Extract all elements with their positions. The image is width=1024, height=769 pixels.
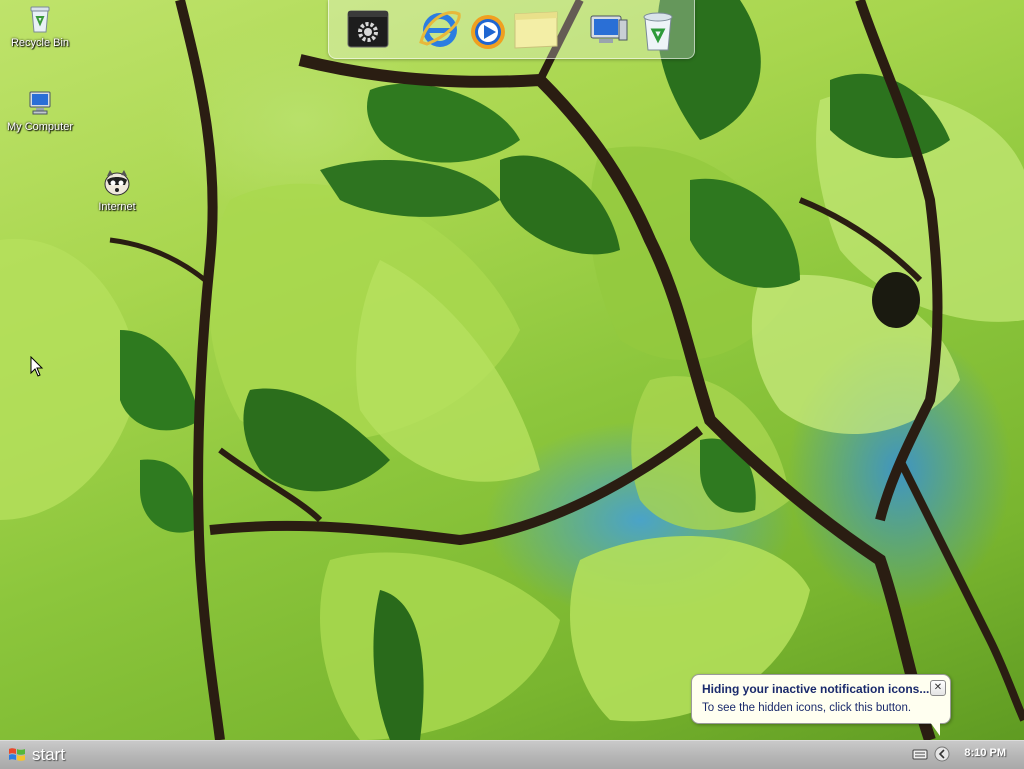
- dock-item-notes[interactable]: [513, 6, 559, 52]
- taskbar: start 8:10 PM: [0, 740, 1024, 769]
- desktop-icon-my-computer[interactable]: My Computer: [0, 86, 80, 133]
- desktop-wallpaper: [0, 0, 1024, 740]
- dock-item-media-player[interactable]: [465, 6, 511, 52]
- start-label: start: [32, 745, 66, 764]
- wallpaper-art: [0, 0, 1024, 740]
- desktop-icon-label: My Computer: [6, 121, 74, 133]
- balloon-title: Hiding your inactive notification icons.…: [702, 682, 930, 696]
- recycle-bin-icon: [635, 12, 681, 56]
- balloon-close-button[interactable]: ✕: [930, 680, 946, 696]
- balloon-pointer: [930, 722, 940, 736]
- computer-icon: [24, 86, 56, 118]
- start-button[interactable]: start: [0, 741, 78, 769]
- desktop-icon-label: Recycle Bin: [10, 37, 70, 49]
- dock-item-internet-explorer[interactable]: [417, 6, 463, 52]
- mouse-cursor-icon: [30, 355, 44, 383]
- dock-item-settings[interactable]: [345, 6, 391, 52]
- quick-launch-dock: [328, 0, 695, 59]
- settings-icon: [345, 10, 391, 56]
- notification-balloon: Hiding your inactive notification icons.…: [691, 674, 951, 736]
- show-hidden-icons-button[interactable]: [934, 746, 950, 767]
- keyboard-icon[interactable]: [912, 747, 928, 766]
- balloon-message: To see the hidden icons, click this butt…: [702, 702, 912, 714]
- clock: 8:10 PM: [964, 747, 1006, 759]
- internet-icon: [101, 166, 133, 198]
- desktop-icon-internet[interactable]: Internet: [77, 166, 157, 213]
- system-tray: 8:10 PM: [906, 741, 1024, 769]
- desktop-icon-recycle-bin[interactable]: Recycle Bin: [0, 2, 80, 49]
- recycle-bin-icon: [24, 2, 56, 34]
- chevron-left-icon: [934, 746, 950, 762]
- notes-icon: [513, 11, 559, 56]
- internet-explorer-icon: [417, 11, 463, 56]
- desktop-icon-label: Internet: [98, 201, 136, 213]
- computer-icon: [585, 15, 631, 56]
- media-player-icon: [465, 15, 511, 56]
- dock-item-my-computer[interactable]: [585, 6, 631, 52]
- dock-item-recycle-bin[interactable]: [635, 6, 681, 52]
- windows-logo-icon: [8, 746, 26, 764]
